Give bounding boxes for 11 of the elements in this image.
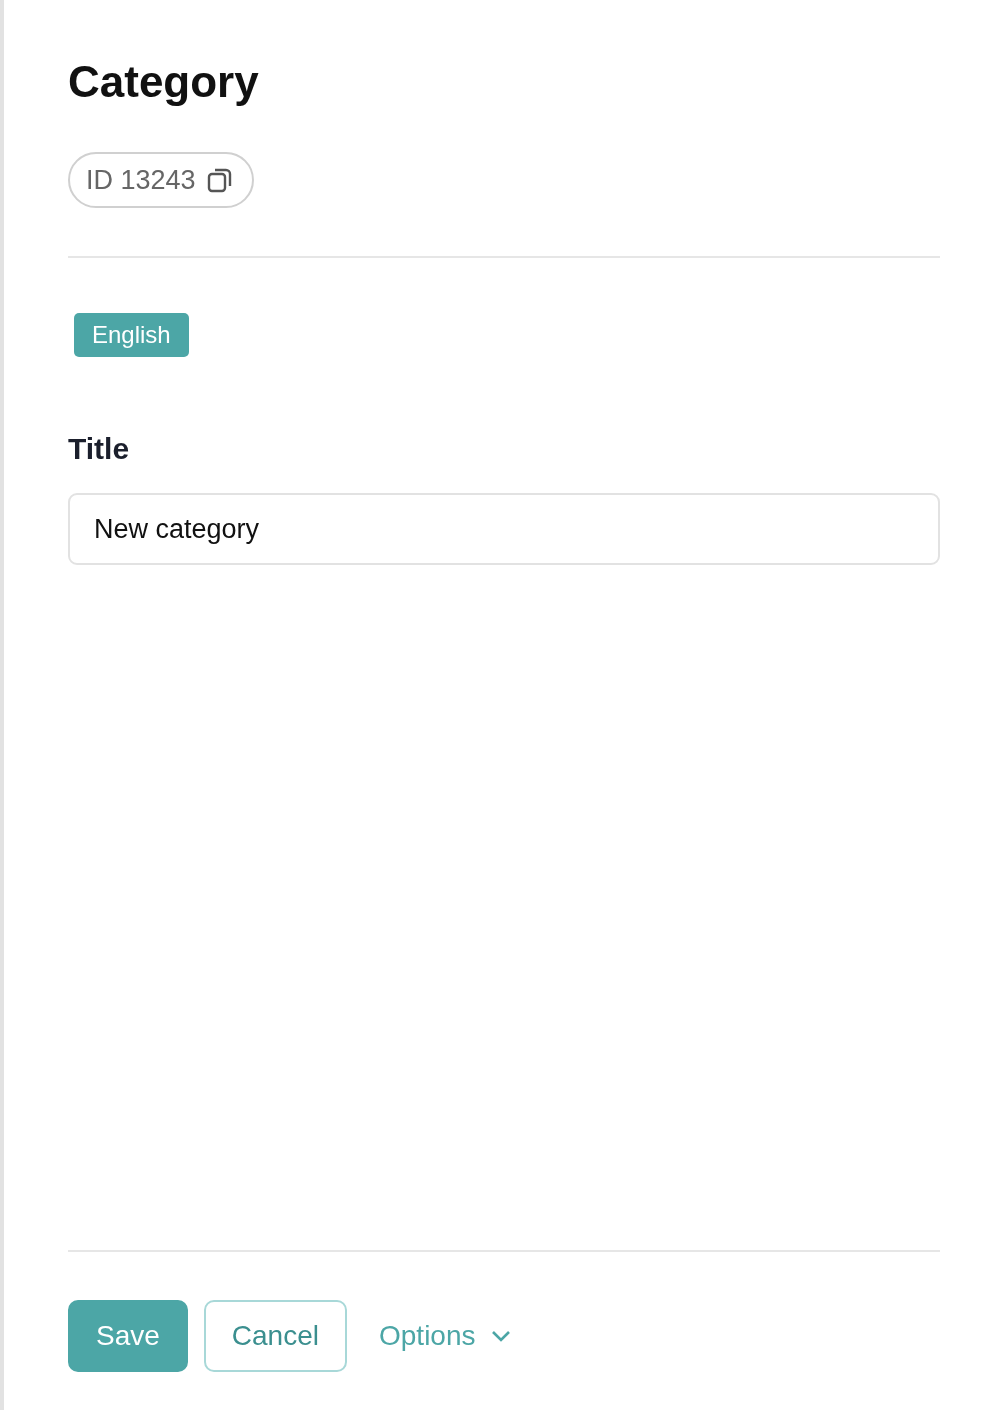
options-dropdown[interactable]: Options [363, 1300, 528, 1372]
id-chip[interactable]: ID 13243 [68, 152, 254, 208]
copy-icon[interactable] [205, 166, 234, 194]
cancel-button[interactable]: Cancel [203, 1300, 347, 1372]
save-button[interactable]: Save [68, 1300, 188, 1372]
page-title: Category [68, 56, 260, 108]
language-tag[interactable]: English [74, 313, 189, 357]
id-label: ID 13243 [86, 164, 196, 196]
field-label: Title [68, 431, 131, 467]
chevron-icon [489, 1329, 512, 1343]
title-input[interactable]: New category [68, 493, 940, 565]
